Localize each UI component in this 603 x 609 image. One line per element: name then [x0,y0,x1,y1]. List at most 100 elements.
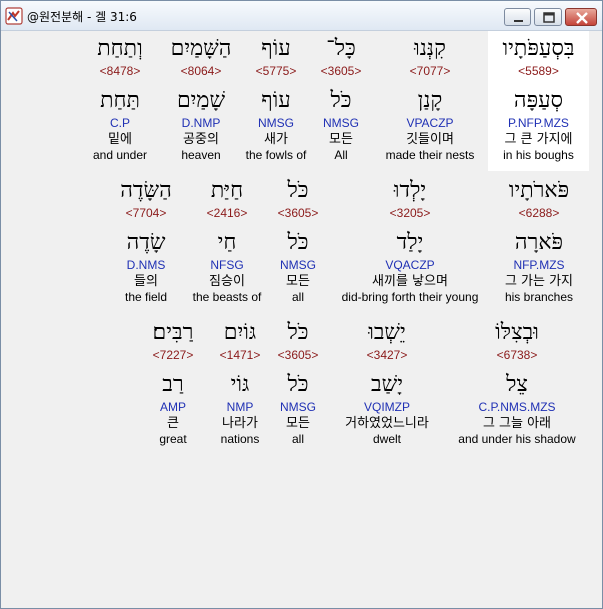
window-title: @원전분해 - 겔 31:6 [27,10,137,24]
hebrew-lemma: פֹּארָה [514,230,564,255]
korean-gloss: 밑에 [108,132,132,147]
korean-gloss: 공중의 [183,132,219,147]
hebrew-surface: פֹּארֹתָיו [508,178,570,203]
word-cell[interactable]: כֹּל <3605> כֹּל NMSG 모든 all [268,173,328,313]
korean-gloss: 그 큰 가지에 [504,132,573,147]
hebrew-lemma: צֵל [506,372,528,397]
english-gloss: heaven [181,148,221,162]
strong-number[interactable]: <5589> [488,64,589,78]
parsing-code: NMSG [323,116,359,130]
word-cell[interactable]: גּוֹיִם <1471> גּוֹי NMP 나라가 nations [208,315,272,455]
strong-number[interactable]: <6288> [492,206,586,220]
word-cell[interactable]: חַיַּת <2416> חַי NFSG 짐승이 the beasts of [186,173,268,313]
hebrew-lemma: רַב [162,372,184,397]
hebrew-lemma: כֹּל [287,230,309,255]
english-gloss: his branches [504,290,574,304]
hebrew-surface: כָּל־ [326,36,356,61]
word-cell[interactable]: וּבְצִלּוֹ <6738> צֵל C.P.NMS.MZS 그 그늘 아… [452,315,582,455]
word-cell[interactable]: פֹּארֹתָיו <6288> פֹּארָה NFP.MZS 그 가는 가… [492,173,586,313]
hebrew-surface: חַיַּת [210,178,244,203]
strong-number[interactable]: <3427> [334,348,440,362]
minimize-icon [514,20,523,22]
hebrew-surface: הַשָּׂדֶה [120,178,172,203]
korean-gloss: 새끼를 낳으며 [372,274,448,289]
strong-number[interactable]: <8064> [167,64,235,78]
word-cell[interactable]: בִּסְעַפֹּתָיו <5589> סְעַפָּה P.NFP.MZS… [488,31,589,171]
hebrew-surface: רַבִּים׃ [152,320,194,345]
hebrew-surface: יָלְדוּ [393,178,427,203]
english-gloss: made their nests [385,148,475,162]
strong-number[interactable]: <8478> [88,64,152,78]
word-cell[interactable]: כָּל־ <3605> כֹּל NMSG 모든 All [311,31,371,171]
word-cell[interactable]: יֵשְׁבוּ <3427> יָשַׁב VQIMZP 거하였었느니라 dw… [334,315,440,455]
word-cell[interactable]: יָלְדוּ <3205> יָלַד VQACZP 새끼를 낳으며 did-… [334,173,486,313]
hebrew-surface: הַשָּׁמַיִם [170,36,232,61]
minimize-button[interactable] [504,8,531,26]
word-cell[interactable]: וְתַחַת <8478> תַּחַת C.P 밑에 and under [88,31,152,171]
parsing-code: D.NMS [126,258,166,272]
close-icon [576,12,588,24]
english-gloss: nations [220,432,260,446]
hebrew-lemma: עוֹף [261,88,291,113]
word-cell[interactable]: קִנְּנוּ <7077> קָנַן VPACZP 깃들이며 made t… [377,31,483,171]
korean-gloss: 큰 [167,416,179,431]
strong-number[interactable]: <3605> [268,348,328,362]
strong-number[interactable]: <7227> [142,348,204,362]
hebrew-surface: קִנְּנוּ [414,36,446,61]
english-gloss: the fowls of [245,148,307,162]
parsing-code: P.NFP.MZS [508,116,569,130]
hebrew-surface: עוֹף [261,36,291,61]
word-cell[interactable]: כֹּל <3605> כֹּל NMSG 모든 all [268,315,328,455]
korean-gloss: 모든 [286,416,310,431]
korean-gloss: 들의 [134,274,158,289]
english-gloss: and under his shadow [458,432,576,446]
english-gloss: the beasts of [192,290,262,304]
app-window: @원전분해 - 겔 31:6 בִּסְעַפֹּתָיו <5589> סְע… [0,0,603,609]
english-gloss: all [291,432,304,446]
title-bar[interactable]: @원전분해 - 겔 31:6 [1,1,602,31]
maximize-button[interactable] [534,8,562,26]
english-gloss: great [159,432,187,446]
strong-number[interactable]: <3605> [311,64,371,78]
strong-number[interactable]: <1471> [208,348,272,362]
strong-number[interactable]: <3205> [334,206,486,220]
korean-gloss: 거하였었느니라 [345,416,429,431]
english-gloss: and under [92,148,148,162]
hebrew-surface: כֹּל [287,178,309,203]
hebrew-lemma: קָנַן [417,88,443,113]
strong-number[interactable]: <7704> [112,206,180,220]
parsing-code: C.P [109,116,130,130]
strong-number[interactable]: <7077> [377,64,483,78]
korean-gloss: 깃들이며 [406,132,454,147]
hebrew-surface: וּבְצִלּוֹ [495,320,539,345]
word-cell[interactable]: רַבִּים׃ <7227> רַב AMP 큰 great [142,315,204,455]
english-gloss: did-bring forth their young [341,290,479,304]
english-gloss: in his boughs [503,148,574,162]
strong-number[interactable]: <3605> [268,206,328,220]
korean-gloss: 나라가 [222,416,258,431]
word-cell[interactable]: הַשָּׂדֶה <7704> שָׂדֶה D.NMS 들의 the fie… [112,173,180,313]
close-button[interactable] [565,8,597,26]
parsing-code: AMP [159,400,186,414]
english-gloss: dwelt [372,432,401,446]
parsing-code: C.P.NMS.MZS [478,400,556,414]
hebrew-surface: וְתַחַת [97,36,143,61]
word-cell[interactable]: עוֹף <5775> עוֹף NMSG 새가 the fowls of [240,31,312,171]
parsing-code: VPACZP [406,116,454,130]
hebrew-lemma: סְעַפָּה [513,88,564,113]
strong-number[interactable]: <6738> [452,348,582,362]
app-logo-icon [5,7,23,25]
hebrew-lemma: שָׂדֶה [126,230,166,255]
hebrew-lemma: שָׁמַיִם [176,88,226,113]
strong-number[interactable]: <5775> [240,64,312,78]
word-cell[interactable]: הַשָּׁמַיִם <8064> שָׁמַיִם D.NMP 공중의 he… [167,31,235,171]
strong-number[interactable]: <2416> [186,206,268,220]
hebrew-lemma: יָשַׁב [371,372,403,397]
hebrew-surface: גּוֹיִם [223,320,257,345]
korean-gloss: 모든 [329,132,353,147]
korean-gloss: 모든 [286,274,310,289]
parsing-code: VQIMZP [363,400,410,414]
korean-gloss: 그 가는 가지 [504,274,574,289]
korean-gloss: 그 그늘 아래 [482,416,552,431]
interlinear-view: בִּסְעַפֹּתָיו <5589> סְעַפָּה P.NFP.MZS… [8,31,597,603]
